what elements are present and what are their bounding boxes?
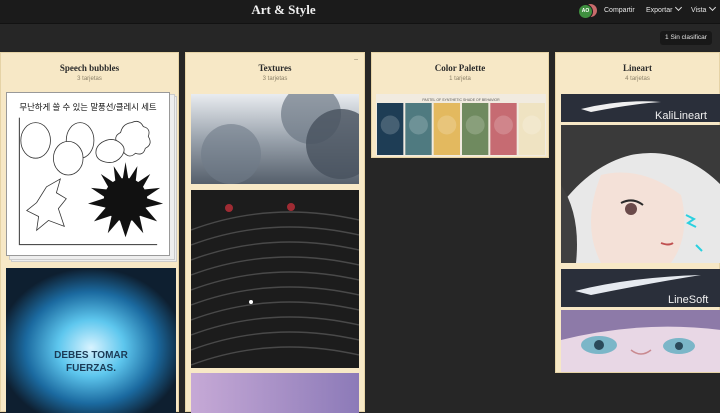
palette-swatch-circle [465,115,485,135]
glow-text-image: DEBES TOMAR FUERZAS. [6,268,176,413]
filter-label: Sin clasificar [670,34,707,41]
unsorted-filter-chip[interactable]: 1 Sin clasificar [660,31,712,45]
palette-swatch-circle [437,115,457,135]
dark-wave-texture [191,190,359,368]
palette-swatch-circle [522,115,542,135]
collaborator-avatars[interactable]: C AO [578,4,598,19]
cloud-texture [191,94,359,184]
brush-label: LineSoft [668,294,708,306]
glow-text-line1: DEBES TOMAR [54,350,128,361]
column-menu-icon[interactable]: – [354,56,358,63]
column-card-count: 1 tarjeta [449,76,471,82]
linesoft-brush-card[interactable]: LineSoft [561,269,720,307]
palette-swatch-circle [494,115,513,135]
column-title: Speech bubbles [59,63,120,73]
purple-texture [191,373,359,413]
export-label: Exportar [646,7,673,14]
speech-bubble-sheet: 무난하게 쓸 수 있는 말풍선/클레시 세트 [7,93,169,255]
filter-count: 1 [665,34,669,41]
speech-bubble-card[interactable]: 무난하게 쓸 수 있는 말풍선/클레시 세트 [6,92,170,256]
color-palette-card[interactable]: PASTEL OF SYNTHETIC SHADE OF BEHAVIOR [376,94,546,156]
chevron-down-icon [709,3,717,12]
palette-swatch-circle [380,115,400,135]
export-menu[interactable]: Exportar [646,0,683,21]
view-menu[interactable]: Vista [691,0,717,21]
cloud-texture-card[interactable] [191,94,359,184]
glow-text-line2: FUERZAS. [66,363,116,374]
palette-header: PASTEL OF SYNTHETIC SHADE OF BEHAVIOR [422,98,500,102]
brush-label: KaliLineart [655,110,707,122]
anime-portrait-card[interactable] [561,125,720,263]
anime-eyes-card[interactable] [561,310,720,372]
column-card-count: 3 tarjetas [262,76,288,82]
share-button[interactable]: Compartir [604,0,635,21]
column-textures[interactable]: – Textures 3 tarjetas [185,52,365,413]
board-title: Art & Style [251,2,316,17]
column-card-count: 3 tarjetas [77,76,102,82]
anime-eyes [561,310,720,372]
column-lineart[interactable]: Lineart 4 tarjetas KaliLineart LineSoft [555,52,720,373]
sheet-title: 무난하게 쓸 수 있는 말풍선/클레시 세트 [19,102,157,112]
chevron-down-icon [675,3,683,12]
column-title: Color Palette [434,63,486,73]
anime-portrait [561,125,720,263]
kalilineart-brush-card[interactable]: KaliLineart [561,94,720,122]
column-speech-bubbles[interactable]: Speech bubbles 3 tarjetas 무난하게 쓸 수 있는 말풍… [0,52,179,413]
avatar[interactable]: AO [578,4,593,19]
palette: PASTEL OF SYNTHETIC SHADE OF BEHAVIOR [376,94,546,156]
top-bar: Art & Style C AO Compartir Exportar Vist… [0,0,720,24]
brush-stroke: LineSoft [561,269,720,307]
dark-wave-texture-card[interactable] [191,190,359,368]
brush-stroke: KaliLineart [561,94,720,122]
view-label: Vista [691,7,707,14]
column-color-palette[interactable]: Color Palette 1 tarjeta PASTEL OF SYNTHE… [371,52,549,158]
column-title: Textures [258,63,292,73]
column-title: Lineart [623,63,652,73]
column-card-count: 4 tarjetas [625,76,650,82]
glow-text-card[interactable]: DEBES TOMAR FUERZAS. [6,268,176,413]
palette-swatch-circle [409,115,428,135]
purple-texture-card[interactable] [191,373,359,413]
